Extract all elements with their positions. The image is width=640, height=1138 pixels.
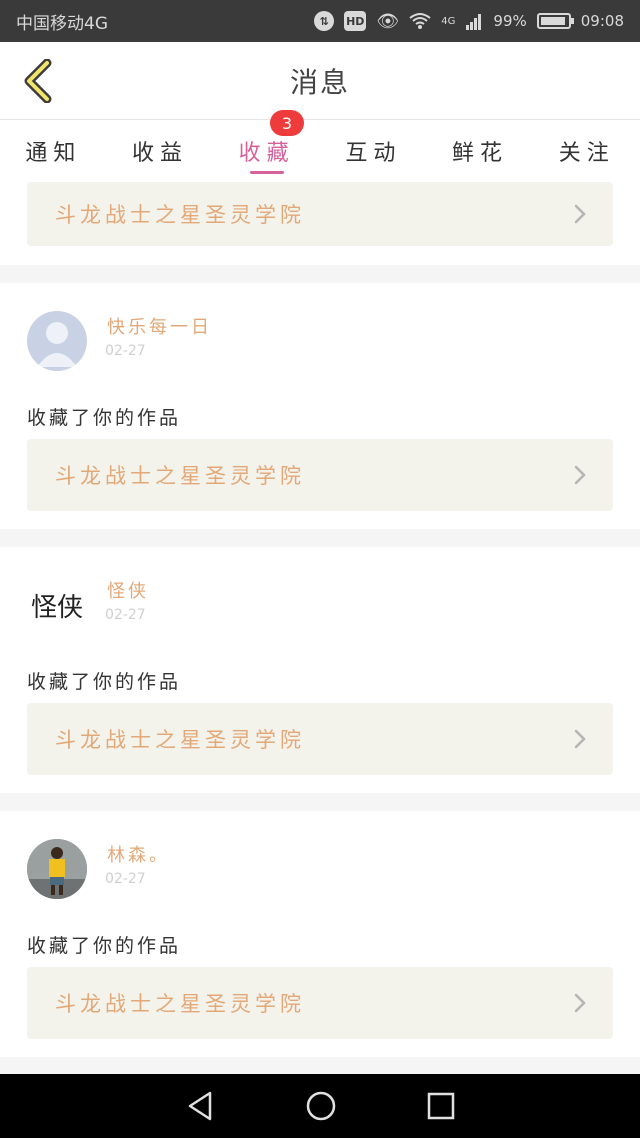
tab-label: 收益 [132,141,189,166]
back-triangle-icon[interactable] [185,1090,215,1122]
battery-percent: 99% [493,12,527,30]
work-link[interactable]: 斗龙战士之星圣灵学院 [27,182,613,246]
list-item: 怪侠 怪侠 02-27 收藏了你的作品 斗龙战士之星圣灵学院 [0,547,640,793]
tab-label: 关注 [558,141,615,166]
avatar[interactable]: 怪侠 [27,575,87,635]
default-avatar-icon [37,322,77,367]
tab-label: 通知 [25,141,82,166]
action-text: 收藏了你的作品 [27,407,182,429]
tab-label: 鲜花 [452,141,509,166]
tab-favorites[interactable]: 收藏 3 [213,110,320,182]
username[interactable]: 怪侠 [107,577,149,603]
work-link[interactable]: 斗龙战士之星圣灵学院 [27,967,613,1039]
tab-follows[interactable]: 关注 [533,120,640,182]
message-feed: 斗龙战士之星圣灵学院 快乐每一日 02-27 收藏了你的作品 斗龙战士之星圣灵学… [0,182,640,1057]
back-button[interactable] [14,56,60,106]
user-row: 快乐每一日 02-27 [27,283,613,403]
tab-interactions[interactable]: 互动 [320,120,427,182]
tab-earnings[interactable]: 收益 [107,120,214,182]
status-bar: 中国移动4G ⇅ HD 👁 4G 99% 09:08 [0,0,640,42]
wifi-icon [409,13,431,29]
tab-bar: 通知 收益 收藏 3 互动 鲜花 关注 [0,110,640,182]
work-title: 斗龙战士之星圣灵学院 [55,728,305,752]
tab-flowers[interactable]: 鲜花 [427,120,534,182]
data-saver-icon: ⇅ [314,11,335,31]
action-text: 收藏了你的作品 [27,935,182,957]
battery-icon [536,13,574,29]
timestamp: 02-27 [105,343,146,359]
list-item: 快乐每一日 02-27 收藏了你的作品 斗龙战士之星圣灵学院 [0,283,640,529]
work-title: 斗龙战士之星圣灵学院 [55,464,305,488]
clock: 09:08 [580,12,624,30]
user-row: 林森。 02-27 [27,811,613,931]
timestamp: 02-27 [105,871,146,887]
eye-icon: 👁 [376,10,400,32]
work-title: 斗龙战士之星圣灵学院 [55,203,305,227]
work-link[interactable]: 斗龙战士之星圣灵学院 [27,439,613,511]
chevron-right-icon [574,993,586,1013]
avatar-calligraphy: 怪侠 [30,592,83,623]
tab-label: 收藏 [238,141,295,166]
page-title: 消息 [289,65,350,99]
home-circle-icon[interactable] [305,1090,337,1122]
work-title: 斗龙战士之星圣灵学院 [55,992,305,1016]
chevron-left-icon [24,59,52,103]
carrier-label: 中国移动4G [16,13,108,34]
tab-notifications[interactable]: 通知 [0,120,107,182]
chevron-right-icon [574,465,586,485]
system-nav-bar [0,1074,640,1138]
list-item: 斗龙战士之星圣灵学院 [0,182,640,265]
unread-badge: 3 [270,110,305,136]
user-row: 怪侠 怪侠 02-27 [27,547,613,667]
photo-avatar-image [27,839,87,899]
hd-icon: HD [344,11,367,31]
action-text: 收藏了你的作品 [27,671,182,693]
username[interactable]: 林森。 [107,841,170,867]
status-icons: ⇅ HD 👁 4G 99% 09:08 [314,11,624,32]
timestamp: 02-27 [105,607,146,623]
list-item: 林森。 02-27 收藏了你的作品 斗龙战士之星圣灵学院 [0,811,640,1057]
recents-square-icon[interactable] [427,1092,455,1120]
tab-label: 互动 [345,141,402,166]
chevron-right-icon [574,204,586,224]
avatar[interactable] [27,839,87,899]
signal-icon [466,14,482,30]
network-type-label: 4G [441,15,456,27]
header: 消息 [0,42,640,120]
username[interactable]: 快乐每一日 [107,313,212,339]
avatar[interactable] [27,311,87,371]
work-link[interactable]: 斗龙战士之星圣灵学院 [27,703,613,775]
chevron-right-icon [574,729,586,749]
